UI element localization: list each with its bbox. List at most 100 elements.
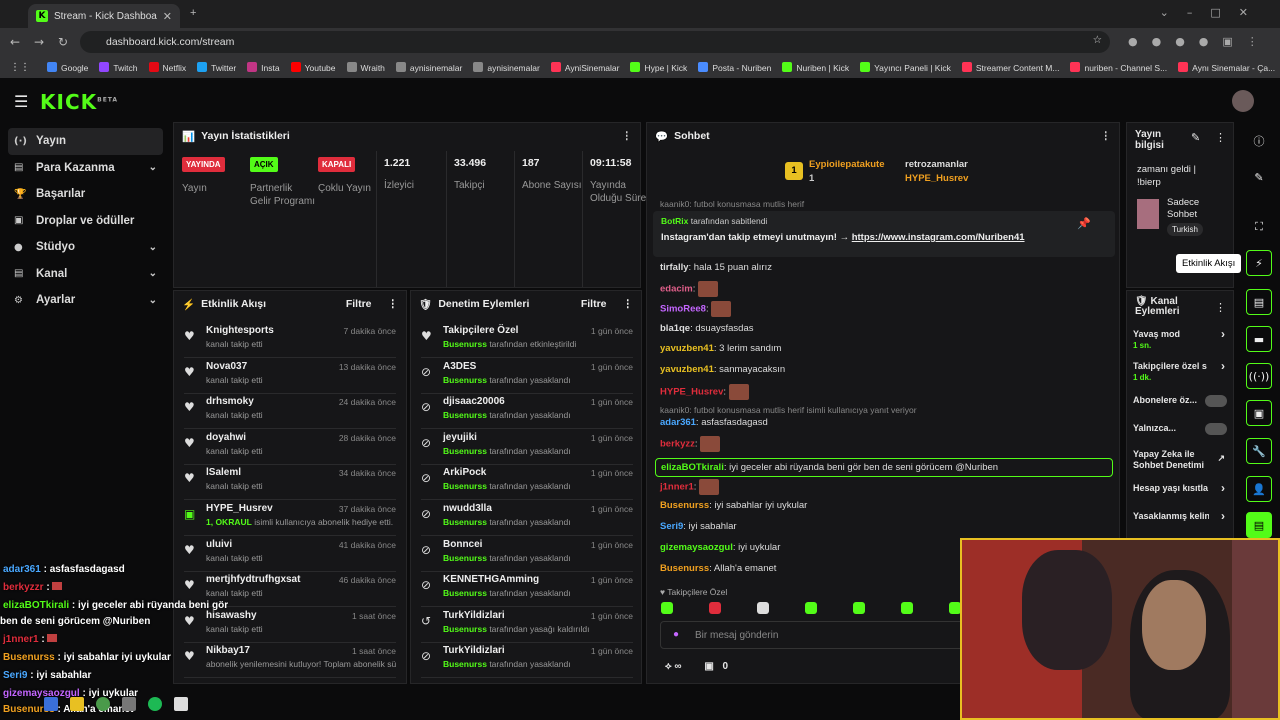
chat-username[interactable]: j1nner1: [660, 482, 694, 493]
info-icon[interactable]: ⓘ: [1246, 128, 1272, 154]
emote-icon[interactable]: [805, 602, 817, 614]
chat-message[interactable]: edacim:: [660, 281, 719, 297]
activity-row[interactable]: ♥ drhsmoky kanalı takip etti 24 dakika önce: [184, 394, 396, 430]
bookmark-item[interactable]: Google: [47, 61, 88, 73]
chat-message[interactable]: SimoRee8:: [660, 301, 732, 317]
sidebar-item-para-kazanma[interactable]: ▤ Para Kazanma ⌄: [8, 155, 163, 182]
moderation-row[interactable]: ⊘ TurkYildizlari Busenurss tarafından yasa…: [421, 643, 633, 679]
chat-message[interactable]: bla1qe: dsuaysfasdas: [660, 323, 753, 334]
activity-row[interactable]: ♥ Knightesports kanalı takip etti 7 dakika …: [184, 323, 396, 358]
channel-action-item[interactable]: Yasaklanmış kelin ›: [1133, 510, 1231, 522]
bookmark-item[interactable]: Aynı Sinemalar - Ça...: [1178, 61, 1275, 73]
avatar[interactable]: [1232, 90, 1254, 112]
bookmark-item[interactable]: Streamer Content M...: [961, 61, 1059, 73]
sidebar-item-başarılar[interactable]: 🏆 Başarılar: [8, 181, 163, 208]
emote-icon[interactable]: [853, 602, 865, 614]
reload-icon[interactable]: ↻: [51, 35, 75, 49]
bookmark-item[interactable]: Youtube: [290, 61, 336, 73]
bookmark-star-icon[interactable]: ☆: [1093, 34, 1102, 46]
document-icon[interactable]: ▤: [1246, 289, 1272, 315]
apps-icon[interactable]: ⋮⋮: [10, 62, 30, 73]
chat-username[interactable]: elizaBOTkirali: [661, 462, 724, 473]
activity-row[interactable]: ▣ HYPE_Husrev 1, OKRAUL isimli kullanıcıya…: [184, 501, 396, 536]
chat-username[interactable]: HYPE_Husrev: [660, 387, 723, 398]
gift-icon[interactable]: ▣: [704, 661, 713, 672]
more-icon[interactable]: ⋮: [1215, 131, 1226, 144]
more-icon[interactable]: ⋮: [1215, 301, 1226, 314]
chat-username[interactable]: Busenurss: [660, 563, 709, 574]
spotify-icon[interactable]: [148, 697, 162, 711]
chat-message[interactable]: yavuzben41: 3 lerim sandım: [660, 343, 781, 354]
mic-icon[interactable]: ●: [673, 629, 679, 640]
bookmark-item[interactable]: AyniSinemalar: [550, 61, 619, 73]
chat-message[interactable]: yavuzben41: sanmayacaksın: [660, 364, 785, 375]
window-controls[interactable]: ⌄–□✕: [1160, 6, 1266, 19]
add-panel-icon[interactable]: ▤: [1246, 512, 1272, 538]
bookmark-item[interactable]: Netflix: [148, 61, 186, 73]
moderation-row[interactable]: ↺ TurkYildizlari Busenurss tarafından yasa…: [421, 608, 633, 643]
moderation-icon[interactable]: ▣: [1246, 400, 1272, 426]
bookmark-item[interactable]: Posta - Nuriben: [698, 61, 771, 73]
channel-action-item[interactable]: Takipçilere özel s 1 dk. ›: [1133, 360, 1231, 383]
close-tab-icon[interactable]: ✕: [163, 10, 172, 23]
chat-username[interactable]: tirfally: [660, 262, 689, 273]
channel-action-item[interactable]: Hesap yaşı kısıtla ›: [1133, 482, 1231, 494]
moderation-row[interactable]: ⊘ Bonncei Busenurss tarafından yasaklandı 1…: [421, 537, 633, 572]
bookmark-item[interactable]: Twitch: [99, 61, 138, 73]
sidebar-item-ayarlar[interactable]: ⚙ Ayarlar ⌄: [8, 287, 163, 314]
activity-row[interactable]: ♥ lSaleml kanalı takip etti 34 dakika önce: [184, 465, 396, 501]
chat-username[interactable]: yavuzben41: [660, 343, 714, 354]
forward-icon[interactable]: →: [27, 35, 51, 49]
bookmark-item[interactable]: nuriben - Channel S...: [1070, 61, 1167, 73]
broadcast-icon[interactable]: ((·)): [1246, 363, 1272, 389]
sidebar-item-droplar-ve-ödüller[interactable]: ▣ Droplar ve ödüller: [8, 208, 163, 235]
chat-message[interactable]: j1nner1:: [660, 479, 720, 495]
more-icon[interactable]: ⋮: [388, 298, 399, 310]
channel-action-item[interactable]: Yapay Zeka ile Sohbet Denetimi ↗: [1133, 449, 1231, 471]
more-icon[interactable]: ⋮: [623, 298, 634, 310]
moderation-row[interactable]: ⊘ KENNETHGAmming Busenurss tarafından yasa…: [421, 572, 633, 608]
channel-action-item[interactable]: Yavaş mod 1 sn. ›: [1133, 328, 1231, 351]
bookmark-item[interactable]: aynisinemalar: [395, 61, 462, 73]
pinned-message[interactable]: BotRix tarafından sabitlendi Instagram'd…: [653, 211, 1115, 257]
chat-message[interactable]: Busenurss: Allah'a emanet: [660, 563, 776, 574]
channel-action-item[interactable]: Yalnızca...: [1133, 423, 1231, 435]
sidebar-item-yayın[interactable]: (·) Yayın: [8, 128, 163, 155]
taskbar-app-icon[interactable]: [44, 697, 58, 711]
chat-icon[interactable]: ▬: [1246, 326, 1272, 352]
url-field[interactable]: dashboard.kick.com/stream ☆: [80, 31, 1110, 53]
points-icon[interactable]: ⟡ ∞: [665, 661, 682, 672]
chat-message[interactable]: HYPE_Husrev:: [660, 384, 749, 400]
chrome-icon[interactable]: [96, 697, 110, 711]
chat-message[interactable]: berkyzz:: [660, 436, 721, 452]
pinned-link[interactable]: https://www.instagram.com/Nuriben41: [852, 232, 1025, 243]
filter-button[interactable]: Filtre: [581, 298, 607, 310]
bookmark-item[interactable]: Hype | Kick: [630, 61, 687, 73]
browser-tab[interactable]: K Stream - Kick Dashboard ✕: [28, 4, 180, 28]
chat-username[interactable]: Busenurss: [660, 500, 709, 511]
wrench-icon[interactable]: 🔧: [1246, 438, 1272, 464]
emote-icon[interactable]: [757, 602, 769, 614]
activity-row[interactable]: ♥ uluivi kanalı takip etti 41 dakika önce: [184, 537, 396, 572]
moderation-row[interactable]: ♥ Takipçilere Özel Busenurss tarafından et…: [421, 323, 633, 358]
chat-username[interactable]: SimoRee8: [660, 304, 706, 315]
emote-icon[interactable]: [661, 602, 673, 614]
chat-username[interactable]: gizemaysaozgul: [660, 542, 733, 553]
toggle-switch[interactable]: [1205, 423, 1227, 435]
bookmark-item[interactable]: Twitter: [197, 61, 236, 73]
emote-icon[interactable]: [709, 602, 721, 614]
extensions-icons[interactable]: ●●●●▣⋮: [1128, 35, 1272, 48]
chat-message[interactable]: tirfally: hala 15 puan alırız: [660, 262, 772, 273]
leader-name[interactable]: retrozamanlar: [905, 159, 968, 170]
menu-icon[interactable]: ☰: [14, 92, 28, 111]
bookmark-item[interactable]: aynisinemalar: [473, 61, 540, 73]
leader-name[interactable]: Eypioilepatakute: [809, 159, 885, 170]
leader-name[interactable]: HYPE_Husrev: [905, 173, 968, 184]
moderation-row[interactable]: ⊘ jeyujiki Busenurss tarafından yasaklandı…: [421, 430, 633, 465]
bookmark-item[interactable]: Wraith: [346, 61, 385, 73]
users-icon[interactable]: 👤: [1246, 476, 1272, 502]
fullscreen-icon[interactable]: ⛶: [1246, 214, 1272, 240]
chevron-right-icon[interactable]: ›: [1221, 482, 1225, 494]
chevron-right-icon[interactable]: ›: [1221, 328, 1225, 340]
new-tab-icon[interactable]: +: [190, 7, 196, 19]
